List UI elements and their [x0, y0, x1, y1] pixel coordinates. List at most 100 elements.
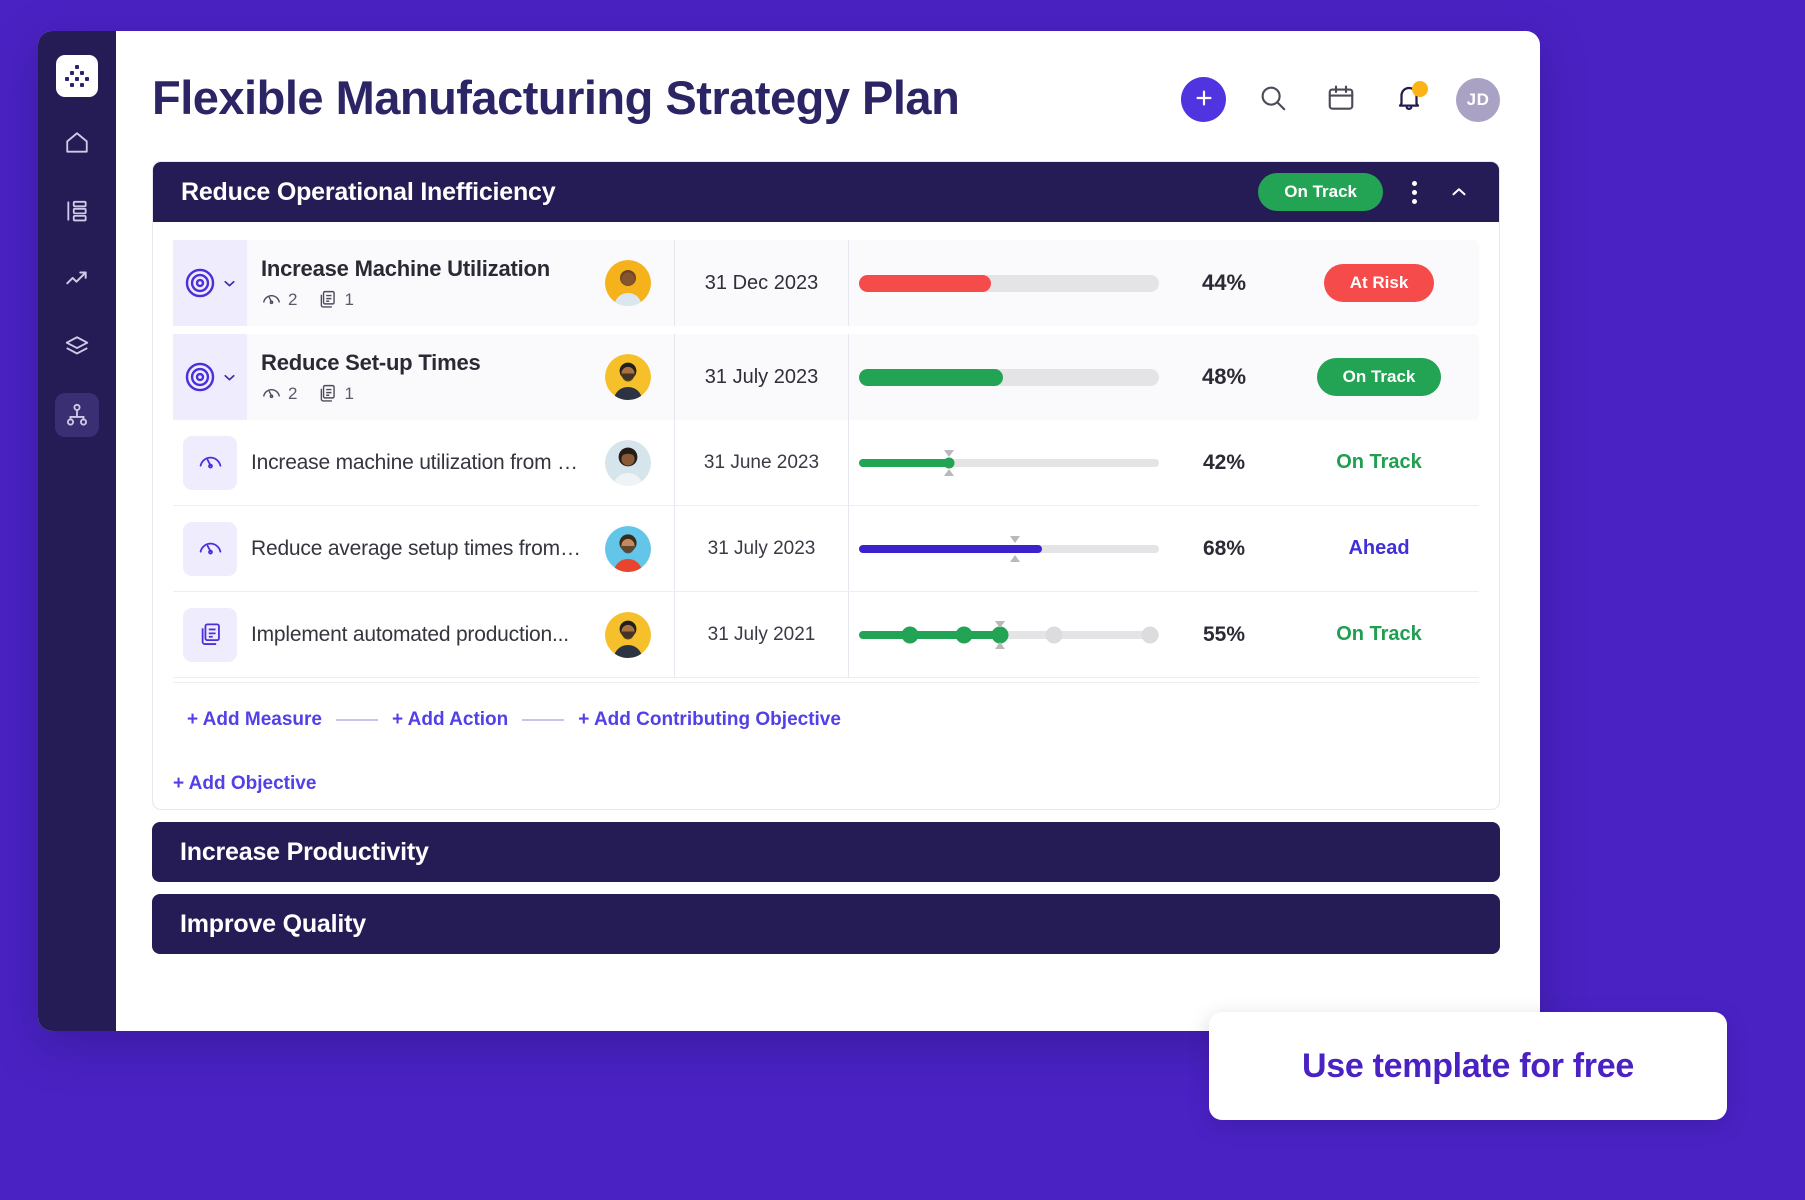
actions-count: 1: [317, 289, 353, 310]
row-owner[interactable]: [582, 260, 674, 306]
chevron-down-icon[interactable]: [221, 369, 238, 386]
goal-title: Reduce Set-up Times: [261, 350, 582, 376]
action-title: Implement automated production...: [251, 623, 582, 647]
row-progress[interactable]: [849, 369, 1169, 386]
layers-icon: [64, 334, 90, 360]
row-owner[interactable]: [582, 612, 674, 658]
gauge-icon: [261, 289, 282, 310]
sidebar: [38, 31, 116, 1031]
kebab-menu-icon[interactable]: [1397, 172, 1431, 212]
calendar-icon: [1326, 83, 1356, 116]
gauge-icon: [183, 522, 237, 576]
table-row[interactable]: Increase Machine Utilization 2: [173, 240, 1479, 326]
hierarchy-icon: [64, 402, 90, 428]
avatar-man-beard-yellow: [605, 612, 651, 658]
goal-meta: 2 1: [261, 289, 582, 310]
gauge-icon: [261, 383, 282, 404]
add-measure-link[interactable]: + Add Measure: [187, 709, 322, 731]
row-progress[interactable]: [849, 275, 1169, 292]
objective-collapsed-increase-productivity[interactable]: Increase Productivity: [152, 822, 1500, 882]
notifications-button[interactable]: [1388, 79, 1430, 121]
sidebar-item-roadmap[interactable]: [55, 189, 99, 233]
row-progress[interactable]: [849, 620, 1169, 650]
milestone-dot[interactable]: [956, 626, 973, 643]
trend-up-icon: [64, 266, 90, 292]
milestone-dot[interactable]: [902, 626, 919, 643]
milestone-dot[interactable]: [1046, 626, 1063, 643]
measures-count: 2: [261, 289, 297, 310]
row-date: 31 June 2023: [674, 420, 849, 505]
chevron-up-icon[interactable]: [1441, 172, 1477, 212]
sidebar-item-home[interactable]: [55, 121, 99, 165]
gauge-icon: [183, 436, 237, 490]
plus-icon: [1193, 87, 1215, 112]
milestone-dot[interactable]: [1142, 626, 1159, 643]
row-date: 31 July 2023: [674, 506, 849, 591]
add-objective-link[interactable]: + Add Objective: [153, 753, 1499, 809]
table-row[interactable]: Increase machine utilization from 25% t.…: [173, 420, 1479, 506]
row-owner[interactable]: [582, 354, 674, 400]
topbar: Flexible Manufacturing Strategy Plan: [152, 65, 1500, 125]
add-contributing-objective-link[interactable]: + Add Contributing Objective: [578, 709, 841, 731]
actions-count-value: 1: [344, 384, 353, 404]
target-icon: [173, 240, 247, 326]
measures-count: 2: [261, 383, 297, 404]
sidebar-item-layers[interactable]: [55, 325, 99, 369]
row-date: 31 July 2021: [674, 592, 849, 677]
row-progress[interactable]: [849, 448, 1169, 478]
main-content: Flexible Manufacturing Strategy Plan: [116, 31, 1540, 1031]
add-action-link[interactable]: + Add Action: [392, 709, 508, 731]
documents-icon: [183, 608, 237, 662]
objective-card: Reduce Operational Inefficiency On Track: [152, 161, 1500, 810]
search-icon: [1258, 83, 1288, 116]
status-label: On Track: [1336, 451, 1422, 474]
table-row[interactable]: Reduce Set-up Times 2: [173, 334, 1479, 420]
page-title: Flexible Manufacturing Strategy Plan: [152, 65, 959, 125]
row-progress[interactable]: [849, 534, 1169, 564]
row-status: On Track: [1279, 451, 1479, 474]
avatar[interactable]: JD: [1456, 78, 1500, 122]
table-row[interactable]: Implement automated production... 31 Jul…: [173, 592, 1479, 678]
app-window: Flexible Manufacturing Strategy Plan: [38, 31, 1540, 1031]
row-status: At Risk: [1279, 264, 1479, 302]
add-links-row: + Add Measure + Add Action + Add Contrib…: [173, 682, 1479, 737]
add-button[interactable]: [1181, 77, 1226, 122]
row-owner[interactable]: [582, 526, 674, 572]
status-badge[interactable]: At Risk: [1324, 264, 1435, 302]
avatar-man-yellow: [605, 260, 651, 306]
measure-title: Increase machine utilization from 25% t.…: [251, 451, 582, 475]
row-status: On Track: [1279, 358, 1479, 396]
target-marker-icon: [942, 448, 956, 478]
documents-icon: [317, 383, 338, 404]
sidebar-item-strategy[interactable]: [55, 393, 99, 437]
notification-badge: [1412, 81, 1428, 97]
row-owner[interactable]: [582, 440, 674, 486]
avatar-man-red: [605, 526, 651, 572]
row-percent: 42%: [1169, 451, 1279, 475]
top-actions: JD: [1181, 65, 1500, 122]
avatar-woman-blue: [605, 440, 651, 486]
goal-meta: 2 1: [261, 383, 582, 404]
chevron-down-icon[interactable]: [221, 275, 238, 292]
calendar-button[interactable]: [1320, 79, 1362, 121]
row-date: 31 July 2023: [674, 334, 849, 420]
measure-title: Reduce average setup times from 1 hou...: [251, 537, 582, 561]
row-percent: 48%: [1169, 364, 1279, 390]
objective-header[interactable]: Reduce Operational Inefficiency On Track: [153, 162, 1499, 222]
actions-count: 1: [317, 383, 353, 404]
objective-status-badge[interactable]: On Track: [1258, 173, 1383, 211]
cascade-dots-logo-icon[interactable]: [56, 55, 98, 97]
status-badge[interactable]: On Track: [1317, 358, 1442, 396]
row-status: Ahead: [1279, 537, 1479, 560]
target-icon: [173, 334, 247, 420]
status-label: On Track: [1336, 623, 1422, 646]
status-label: Ahead: [1348, 537, 1409, 560]
use-template-button[interactable]: Use template for free: [1209, 1012, 1727, 1120]
objective-collapsed-improve-quality[interactable]: Improve Quality: [152, 894, 1500, 954]
sidebar-item-analytics[interactable]: [55, 257, 99, 301]
measures-count-value: 2: [288, 384, 297, 404]
table-row[interactable]: Reduce average setup times from 1 hou...…: [173, 506, 1479, 592]
row-percent: 68%: [1169, 537, 1279, 561]
target-marker-icon: [993, 620, 1007, 650]
search-button[interactable]: [1252, 79, 1294, 121]
